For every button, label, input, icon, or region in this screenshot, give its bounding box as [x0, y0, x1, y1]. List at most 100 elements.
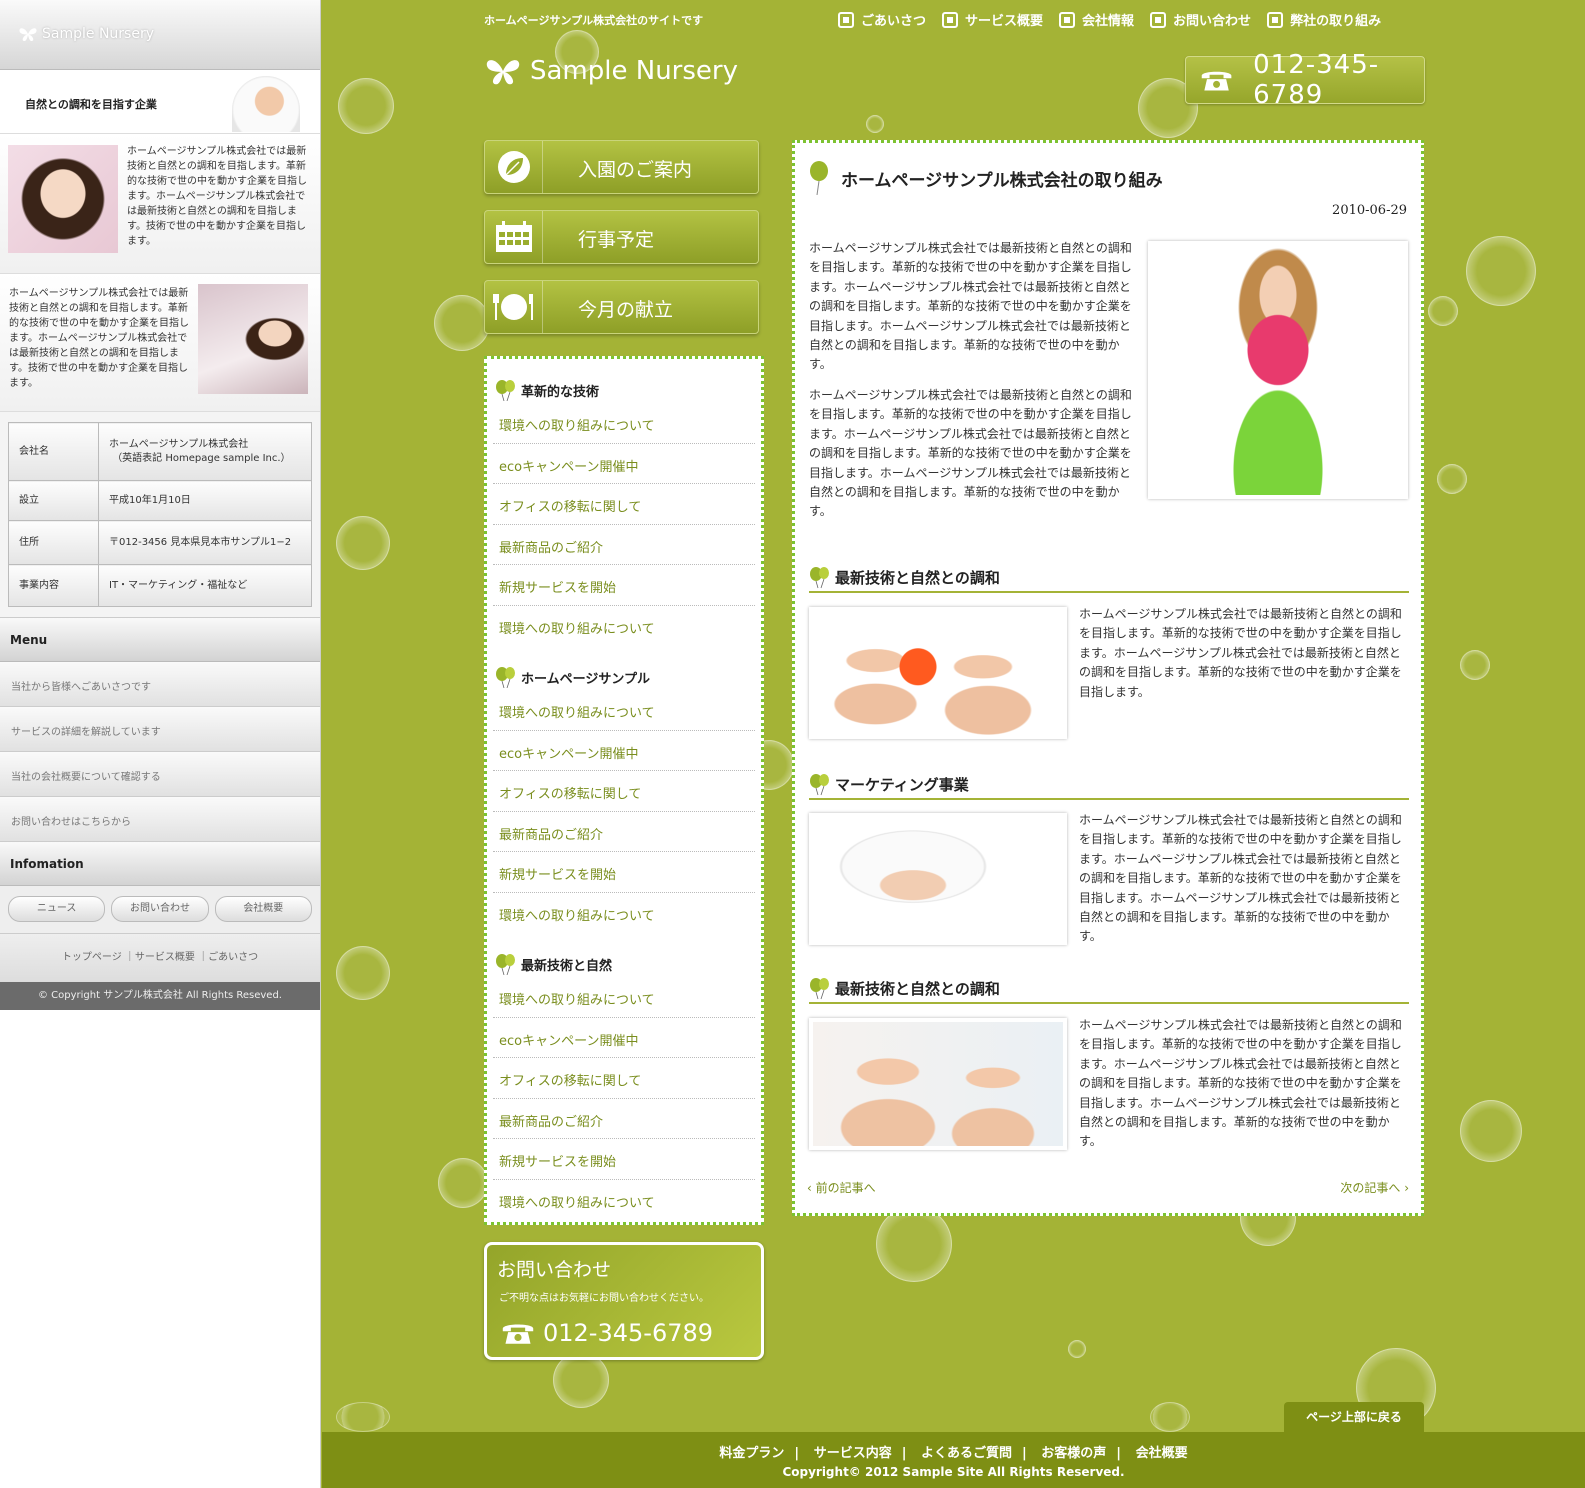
table-value: ホームページサンプル株式会社 （英語表記 Homepage sample Inc… — [98, 422, 312, 481]
section-text: ホームページサンプル株式会社では最新技術と自然との調和を目指します。革新的な技術… — [1079, 1018, 1402, 1149]
side-menu-link[interactable]: オフィスの移転に関して — [493, 484, 755, 525]
mobile-banner: 自然との調和を目指す企業 — [0, 70, 320, 134]
nav-company[interactable]: 会社情報 — [1059, 10, 1134, 29]
mobile-menu-item[interactable]: 当社の会社概要について確認する — [0, 752, 320, 797]
nav-initiatives[interactable]: 弊社の取り組み — [1267, 10, 1381, 29]
side-menu-link[interactable]: ecoキャンペーン開催中 — [493, 1018, 755, 1058]
footer-link[interactable]: 会社概要 — [1136, 1446, 1188, 1461]
mobile-menu-item[interactable]: お問い合わせはこちらから — [0, 797, 320, 842]
next-article-link[interactable]: 次の記事へ › — [1340, 1179, 1409, 1196]
table-key: 住所 — [8, 520, 99, 565]
balloon-icon — [810, 567, 829, 589]
footer-link[interactable]: お客様の声 — [1041, 1446, 1106, 1461]
side-menu-link[interactable]: ecoキャンペーン開催中 — [493, 731, 755, 771]
balloon-icon — [810, 978, 829, 1000]
article-title: ホームページサンプル株式会社の取り組み — [809, 161, 1163, 195]
footer-link[interactable]: よくあるご質問 — [921, 1446, 1012, 1461]
side-menu-link[interactable]: 最新商品のご紹介 — [493, 812, 755, 852]
baby-towel-photo — [809, 813, 1067, 945]
contact-phone: 012-345-6789 — [501, 1319, 713, 1347]
butterfly-icon — [486, 60, 520, 85]
footer-copyright: Copyright© 2012 Sample Site All Rights R… — [782, 1465, 1125, 1479]
nav-contact[interactable]: お問い合わせ — [1150, 10, 1251, 29]
bubble-decoration — [1460, 650, 1490, 680]
mobile-menu-item[interactable]: サービスの詳細を解説しています — [0, 707, 320, 752]
side-menu-link[interactable]: 新規サービスを開始 — [493, 852, 755, 893]
mobile-banner-text: 自然との調和を目指す企業 — [25, 98, 157, 111]
events-button[interactable]: 行事予定 — [484, 210, 759, 264]
prev-article-link[interactable]: ‹ 前の記事へ — [807, 1179, 876, 1196]
bubble-decoration — [876, 1206, 952, 1282]
balloon-icon — [496, 954, 515, 975]
table-value: 〒012-3456 見本県見本市サンプル1−2 — [98, 520, 312, 565]
calendar-icon — [495, 221, 532, 252]
bubble-decoration — [336, 946, 390, 1000]
side-menu-link[interactable]: 最新商品のご紹介 — [493, 525, 755, 565]
mobile-logo-text: Sample Nursery — [42, 26, 154, 42]
table-row: 事業内容 IT・マーケティング・福祉など — [8, 564, 312, 607]
mobile-menu-heading: Menu — [0, 618, 320, 662]
back-to-top-button[interactable]: ページ上部に戻る — [1284, 1402, 1424, 1432]
contact-box[interactable]: お問い合わせ ご不明な点はお気軽にお問い合わせください。 012-345-678… — [484, 1242, 764, 1360]
girl-on-ball-photo — [1148, 241, 1408, 499]
mobile-copyright: © Copyright サンプル株式会社 All Rights Reseved. — [0, 982, 320, 1010]
article-paragraph: ホームページサンプル株式会社では最新技術と自然との調和を目指します。革新的な技術… — [809, 388, 1132, 519]
mobile-footer-links[interactable]: トップページ ｜サービス概要 ｜ごあいさつ — [0, 934, 320, 982]
footer-link[interactable]: サービス内容 — [814, 1446, 892, 1461]
article-paragraph: ホームページサンプル株式会社では最新技術と自然との調和を目指します。革新的な技術… — [809, 241, 1132, 372]
menu-label: 今月の献立 — [578, 299, 674, 321]
table-value: 平成10年1月10日 — [98, 480, 312, 521]
nav-services[interactable]: サービス概要 — [942, 10, 1043, 29]
balloon-icon — [496, 380, 515, 401]
mobile-menu-item[interactable]: 当社から皆様へごあいさつです — [0, 662, 320, 707]
side-menu-link[interactable]: 環境への取り組みについて — [493, 690, 755, 731]
site-logo-text: Sample Nursery — [530, 56, 738, 86]
balloon-icon — [496, 667, 515, 688]
contact-title: お問い合わせ — [497, 1259, 612, 1281]
leaf-icon — [497, 151, 530, 183]
bubble-decoration — [336, 516, 390, 570]
plate-fork-icon — [492, 294, 533, 320]
side-menu-link[interactable]: オフィスの移転に関して — [493, 771, 755, 812]
side-menu-link[interactable]: オフィスの移転に関して — [493, 1058, 755, 1099]
side-menu-link[interactable]: 環境への取り組みについて — [493, 606, 755, 647]
phone-icon — [502, 1324, 534, 1344]
bubble-decoration — [336, 1402, 390, 1432]
section-heading: 最新技術と自然との調和 — [809, 563, 1409, 593]
side-menu-link[interactable]: 環境への取り組みについて — [493, 893, 755, 934]
side-menu-heading: 最新技術と自然 — [487, 933, 761, 977]
side-menu-link[interactable]: 環境への取り組みについて — [493, 977, 755, 1018]
side-menu-link[interactable]: 環境への取り組みについて — [493, 403, 755, 444]
mobile-logo[interactable]: Sample Nursery — [18, 26, 154, 42]
site-tagline: ホームページサンプル株式会社のサイトです — [484, 14, 704, 27]
mobile-intro-section: ホームページサンプル株式会社では最新技術と自然との調和を目指します。革新的な技術… — [0, 134, 320, 274]
table-row: 住所 〒012-3456 見本県見本市サンプル1−2 — [8, 520, 312, 565]
bubble-decoration — [866, 115, 884, 133]
contact-button[interactable]: お問い合わせ — [111, 896, 209, 922]
side-menu-link[interactable]: 最新商品のご紹介 — [493, 1099, 755, 1139]
bubble-decoration — [1068, 1340, 1086, 1358]
side-menu-link[interactable]: ecoキャンペーン開催中 — [493, 444, 755, 484]
side-menu-link[interactable]: 新規サービスを開始 — [493, 1139, 755, 1180]
nav-square-icon — [942, 11, 959, 28]
mobile-intro-text: ホームページサンプル株式会社では最新技術と自然との調和を目指します。革新的な技術… — [127, 146, 307, 247]
plate-icon-cell — [485, 281, 543, 333]
nav-square-icon — [1059, 11, 1076, 28]
news-button[interactable]: ニュース — [8, 896, 106, 922]
bubble-decoration — [1437, 464, 1467, 494]
company-table: 会社名 ホームページサンプル株式会社 （英語表記 Homepage sample… — [8, 422, 312, 607]
side-menu-link[interactable]: 環境への取り組みについて — [493, 1180, 755, 1221]
admission-button[interactable]: 入園のご案内 — [484, 140, 759, 194]
section-heading: 最新技術と自然との調和 — [809, 974, 1409, 1004]
babies-ball-photo — [809, 607, 1067, 739]
nav-greeting[interactable]: ごあいさつ — [838, 10, 926, 29]
company-button[interactable]: 会社概要 — [214, 896, 312, 922]
admission-label: 入園のご案内 — [578, 159, 693, 181]
bubble-decoration — [338, 78, 394, 134]
two-babies-photo — [809, 1018, 1067, 1150]
baby-photo — [232, 76, 300, 132]
side-menu-link[interactable]: 新規サービスを開始 — [493, 565, 755, 606]
footer-link[interactable]: 料金プラン — [719, 1446, 784, 1461]
menu-button[interactable]: 今月の献立 — [484, 280, 759, 334]
site-logo[interactable]: Sample Nursery — [484, 54, 738, 88]
